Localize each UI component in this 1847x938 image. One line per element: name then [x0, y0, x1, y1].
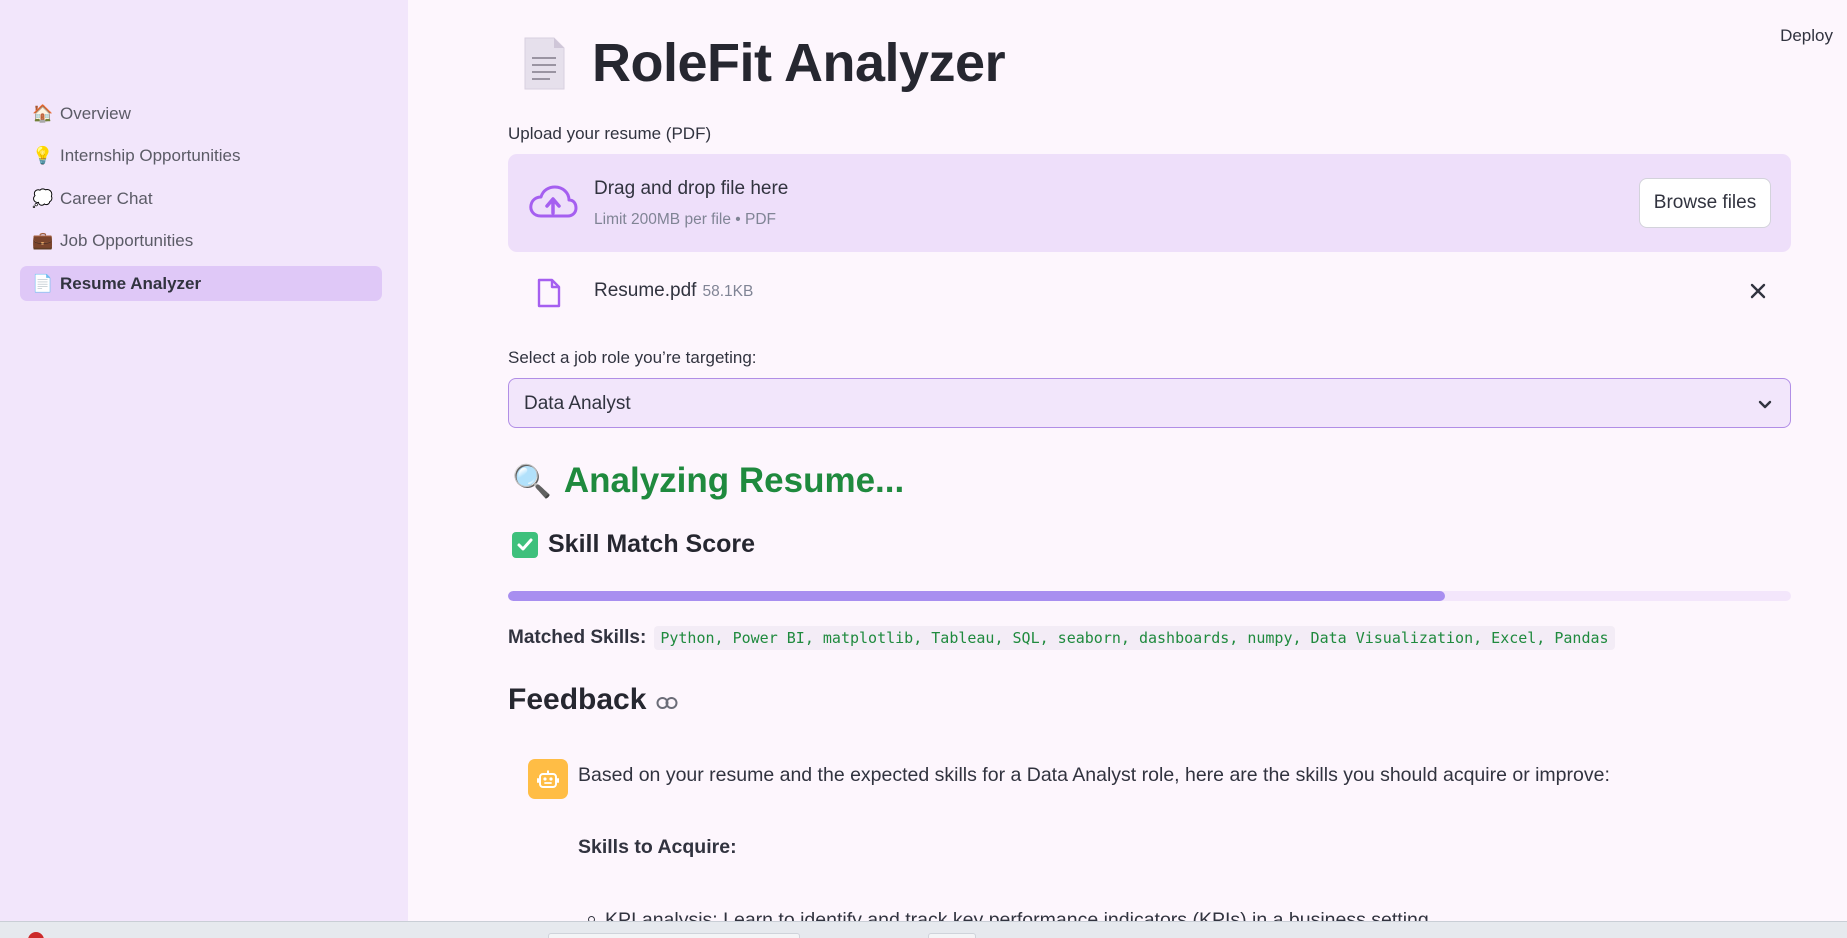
robot-icon	[537, 770, 559, 788]
feedback-heading-text: Feedback	[508, 683, 647, 716]
sidebar-item-label: Internship Opportunities	[60, 146, 241, 165]
briefcase-icon: 💼	[32, 231, 54, 251]
file-icon	[537, 278, 561, 308]
sidebar-nav: 🏠 Overview 💡 Internship Opportunities 💭 …	[20, 96, 382, 309]
speech-bubble-icon: 💭	[32, 188, 54, 209]
assistant-avatar	[528, 759, 568, 799]
sidebar-item-resume-analyzer[interactable]: 📄 Resume Analyzer	[20, 266, 382, 301]
matched-skills-list: Python, Power BI, matplotlib, Tableau, S…	[654, 626, 1615, 650]
cloud-upload-icon	[529, 185, 578, 218]
main-content: Deploy RoleFit Analyzer Upload your resu…	[408, 0, 1847, 931]
upload-label: Upload your resume (PDF)	[508, 124, 712, 143]
sidebar-item-job-opportunities[interactable]: 💼 Job Opportunities	[20, 224, 382, 259]
sidebar-item-overview[interactable]: 🏠 Overview	[20, 96, 382, 131]
taskbar-item[interactable]	[928, 933, 976, 938]
magnifier-icon: 🔍	[512, 462, 552, 500]
skills-to-acquire-heading: Skills to Acquire:	[578, 836, 737, 858]
lightbulb-icon: 💡	[32, 146, 54, 166]
skill-match-progress-fill	[508, 591, 1445, 601]
page-title: RoleFit Analyzer	[592, 33, 1006, 93]
chevron-down-icon	[1758, 400, 1772, 409]
matched-skills: Matched Skills: Python, Power BI, matplo…	[508, 626, 1615, 650]
taskbar	[0, 921, 1847, 938]
sidebar-item-label: Overview	[60, 103, 131, 123]
role-select-label: Select a job role you’re targeting:	[508, 348, 757, 367]
job-role-selected-value: Data Analyst	[524, 393, 631, 414]
uploaded-file: Resume.pdf 58.1KB	[508, 272, 1791, 312]
dropzone-limit: Limit 200MB per file • PDF	[594, 211, 777, 228]
sidebar-item-career-chat[interactable]: 💭 Career Chat	[20, 181, 382, 216]
file-dropzone[interactable]: Drag and drop file here Limit 200MB per …	[508, 154, 1791, 252]
analyzing-heading: 🔍 Analyzing Resume...	[512, 461, 904, 501]
matched-skills-label: Matched Skills:	[508, 627, 647, 648]
sidebar-item-label: Job Opportunities	[60, 231, 194, 250]
analyzing-heading-text: Analyzing Resume...	[563, 461, 905, 500]
feedback-message: Based on your resume and the expected sk…	[578, 764, 1610, 786]
dropzone-instructions: Drag and drop file here	[594, 178, 789, 199]
skill-match-heading: Skill Match Score	[512, 530, 755, 559]
job-role-select[interactable]: Data Analyst	[508, 378, 1791, 428]
deploy-button[interactable]: Deploy	[1780, 26, 1833, 46]
taskbar-item[interactable]	[548, 933, 800, 938]
file-name-text: Resume.pdf	[594, 280, 697, 301]
sidebar-item-label: Resume Analyzer	[60, 273, 202, 293]
sidebar: 🏠 Overview 💡 Internship Opportunities 💭 …	[0, 0, 408, 921]
document-icon: 📄	[32, 273, 54, 294]
close-icon[interactable]	[1747, 280, 1769, 302]
house-icon: 🏠	[32, 103, 54, 124]
file-name: Resume.pdf 58.1KB	[594, 280, 753, 302]
file-size: 58.1KB	[702, 283, 754, 300]
sidebar-item-label: Career Chat	[60, 188, 153, 208]
app-icon[interactable]	[28, 932, 44, 938]
page-header: RoleFit Analyzer	[522, 32, 1006, 94]
browse-files-button[interactable]: Browse files	[1639, 178, 1771, 228]
feedback-heading: Feedback	[508, 683, 678, 717]
document-icon	[524, 37, 565, 89]
link-icon[interactable]	[656, 696, 678, 710]
check-icon	[512, 531, 538, 558]
skill-match-progress	[508, 591, 1791, 601]
sidebar-item-internship-opportunities[interactable]: 💡 Internship Opportunities	[20, 139, 382, 174]
skill-match-heading-text: Skill Match Score	[548, 530, 756, 558]
